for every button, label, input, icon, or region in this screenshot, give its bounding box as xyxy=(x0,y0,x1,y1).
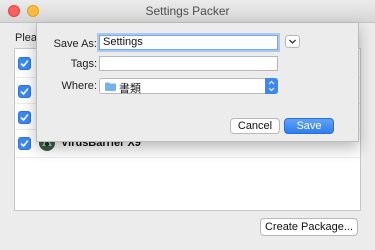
where-label: Where: xyxy=(61,80,97,92)
window-title: Settings Packer xyxy=(145,4,230,18)
checkmark-icon xyxy=(20,87,29,96)
expand-button[interactable] xyxy=(285,35,300,48)
create-package-button[interactable]: Create Package... xyxy=(260,218,358,236)
checkmark-icon xyxy=(20,59,29,68)
app-checkbox[interactable] xyxy=(18,85,31,98)
tags-label: Tags: xyxy=(70,58,97,70)
popup-arrows[interactable] xyxy=(265,78,278,94)
where-value: 書類 xyxy=(119,83,141,95)
checkmark-icon xyxy=(20,139,29,148)
save-button[interactable]: Save xyxy=(284,118,334,134)
checkmark-icon xyxy=(20,113,29,122)
cancel-button[interactable]: Cancel xyxy=(230,118,280,134)
app-checkbox[interactable] xyxy=(18,111,31,124)
chevron-down-icon xyxy=(289,39,296,44)
title-bar: Settings Packer xyxy=(0,0,375,23)
save-as-field[interactable]: Settings xyxy=(99,35,278,50)
app-checkbox[interactable] xyxy=(18,57,31,70)
up-down-chevron-icon xyxy=(268,80,275,92)
save-sheet: Save As: Settings Tags: Where: 書類 Cancel… xyxy=(36,23,359,142)
save-as-label: Save As: xyxy=(53,38,97,50)
tags-field[interactable] xyxy=(99,56,278,71)
folder-icon xyxy=(105,82,116,91)
where-popup[interactable]: 書類 xyxy=(99,78,278,95)
app-checkbox[interactable] xyxy=(18,137,31,150)
settings-packer-window: Settings Packer Pleas VirusBarrier X9 Cr… xyxy=(0,0,375,250)
